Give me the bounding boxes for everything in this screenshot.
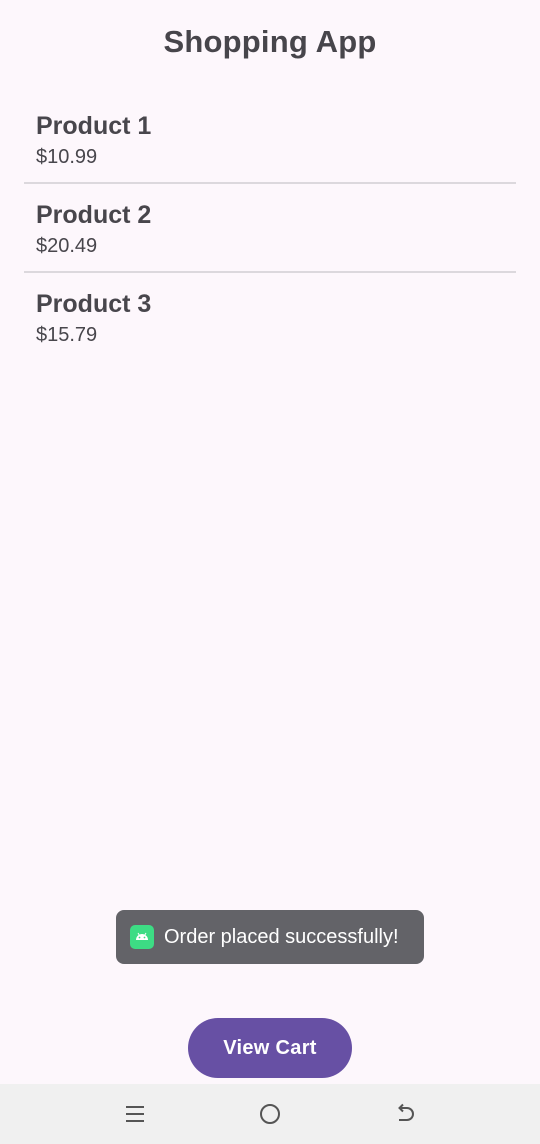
product-price: $10.99 xyxy=(36,146,98,168)
toast-message: Order placed successfully! xyxy=(164,925,399,948)
product-item-2[interactable]: Product 2 $20.49 xyxy=(24,184,516,273)
product-name: Product 1 xyxy=(36,112,152,140)
recent-apps-icon[interactable] xyxy=(119,1098,151,1130)
product-list: Product 1 $10.99 Product 2 $20.49 Produc… xyxy=(24,95,516,362)
product-item-1[interactable]: Product 1 $10.99 xyxy=(24,95,516,184)
product-price: $15.79 xyxy=(36,324,98,346)
system-navigation-bar xyxy=(0,1084,540,1144)
product-item-3[interactable]: Product 3 $15.79 xyxy=(24,273,516,362)
home-icon[interactable] xyxy=(254,1098,286,1130)
back-icon[interactable] xyxy=(389,1098,421,1130)
view-cart-button[interactable]: View Cart xyxy=(188,1018,352,1078)
page-title: Shopping App xyxy=(163,24,377,59)
android-app-icon xyxy=(130,925,154,949)
product-name: Product 2 xyxy=(36,201,152,229)
product-price: $20.49 xyxy=(36,235,98,257)
toast-notification: Order placed successfully! xyxy=(116,910,424,964)
product-name: Product 3 xyxy=(36,290,152,318)
